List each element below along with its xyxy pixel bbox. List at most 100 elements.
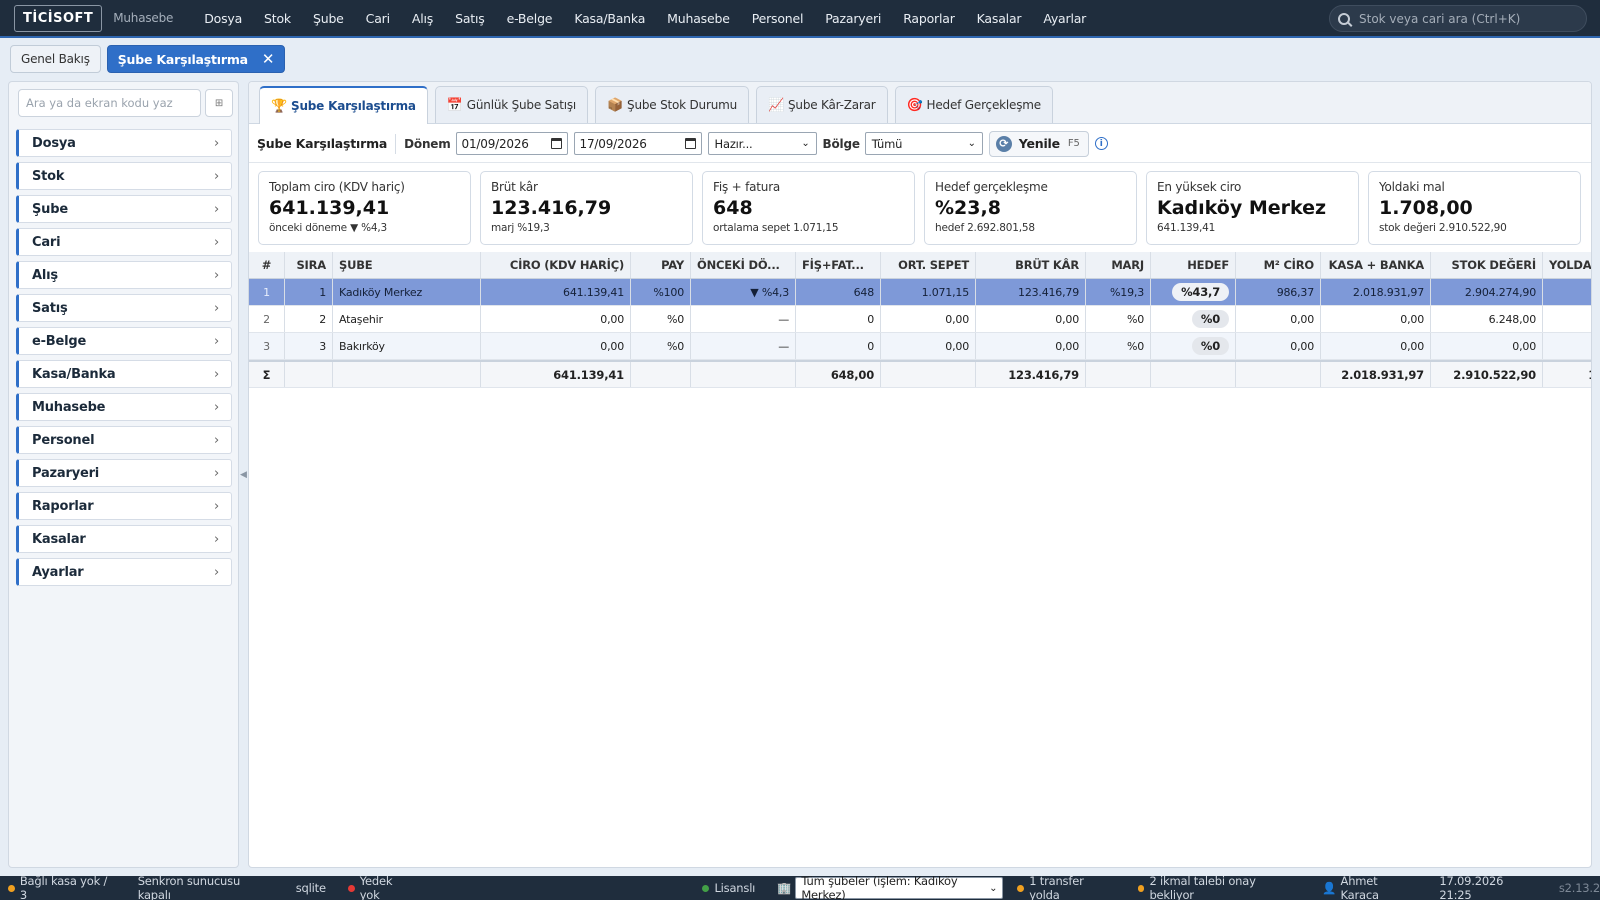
subtab-sube-stok-durumu[interactable]: 📦 Şube Stok Durumu [595,86,749,123]
sum-yolda: 1 [1543,362,1591,387]
col-header[interactable]: HEDEF [1151,252,1236,278]
tab-genel-bakis[interactable]: Genel Bakış [10,45,101,73]
info-icon[interactable]: i [1094,137,1108,150]
menu-stok[interactable]: Stok [264,11,291,26]
col-header[interactable]: ÖNCEKİ DÖ... [691,252,796,278]
top-navbar: TİCİSOFT Muhasebe Dosya Stok Şube Cari A… [0,0,1600,38]
menu-raporlar[interactable]: Raporlar [903,11,955,26]
collapse-sidebar-icon[interactable]: ◀ [240,470,247,480]
menu-dosya[interactable]: Dosya [204,11,242,26]
sidebar-item-muhasebe[interactable]: Muhasebe › [16,393,232,421]
close-icon[interactable]: ✕ [262,50,275,68]
col-header[interactable]: YOLDA [1543,252,1591,278]
menu-ayarlar[interactable]: Ayarlar [1043,11,1086,26]
sidebar-item-ebelge[interactable]: e-Belge › [16,327,232,355]
sidebar-menu: Dosya › Stok › Şube › Cari › Alış › Satış › e-… [16,129,232,591]
status-transfer[interactable]: 1 transfer yolda [1017,874,1115,900]
sidebar-item-label: Kasalar [32,531,86,547]
menu-ebelge[interactable]: e-Belge [507,11,553,26]
sidebar-item-raporlar[interactable]: Raporlar › [16,492,232,520]
cell-ciro: 0,00 [481,306,631,332]
menu-sube[interactable]: Şube [313,11,344,26]
menu-muhasebe[interactable]: Muhasebe [667,11,730,26]
menu-kasa-banka[interactable]: Kasa/Banka [574,11,645,26]
col-header[interactable]: SIRA [285,252,333,278]
menu-satis[interactable]: Satış [455,11,485,26]
period-label: Dönem [404,136,451,151]
col-header[interactable]: ŞUBE [333,252,481,278]
col-header[interactable]: STOK DEĞERİ [1431,252,1543,278]
cell-pay: %100 [631,279,691,305]
col-header[interactable]: PAY [631,252,691,278]
menu-alis[interactable]: Alış [412,11,433,26]
subtab-gunluk-sube-satisi[interactable]: 📅 Günlük Şube Satışı [434,86,589,123]
table-row[interactable]: 1 1 Kadıköy Merkez 641.139,41 %100 ▼ %4,… [249,279,1591,306]
refresh-button[interactable]: ⟳ Yenile F5 [988,130,1089,157]
subtab-sube-karsilastirma[interactable]: 🏆 Şube Karşılaştırma [259,86,428,124]
global-search[interactable] [1329,5,1587,32]
region-select[interactable]: Tümü ⌄ [864,132,983,155]
col-header[interactable]: M² CİRO [1236,252,1321,278]
sidebar-item-personel[interactable]: Personel › [16,426,232,454]
sidebar-item-alis[interactable]: Alış › [16,261,232,289]
sidebar-search-input[interactable] [18,89,201,117]
cell-yolda [1543,279,1591,305]
row-index: 2 [249,306,285,332]
target-icon: 🎯 [906,97,923,113]
col-header[interactable]: KASA + BANKA [1321,252,1431,278]
menu-cari[interactable]: Cari [366,11,390,26]
col-header[interactable]: BRÜT KÂR [976,252,1086,278]
chevron-right-icon: › [214,531,219,547]
col-header[interactable]: FİŞ+FAT... [796,252,881,278]
app-logo[interactable]: TİCİSOFT [14,4,103,32]
sum-fis: 648,00 [796,362,881,387]
tab-label: Şube Karşılaştırma [117,51,248,67]
sidebar-item-kasalar[interactable]: Kasalar › [16,525,232,553]
status-user-text: Ahmet Karaca [1340,874,1380,900]
col-header[interactable]: # [249,252,285,278]
date-from-input[interactable]: 01/09/2026 [455,132,568,155]
calendar-icon[interactable] [550,138,562,149]
sidebar-item-kasa-banka[interactable]: Kasa/Banka › [16,360,232,388]
cell-kasa-banka: 0,00 [1321,306,1431,332]
sidebar-item-satis[interactable]: Satış › [16,294,232,322]
subtab-sube-kar-zarar[interactable]: 📈 Şube Kâr-Zarar [756,86,888,123]
kpi-title: Hedef gerçekleşme [935,180,1048,194]
calendar-icon[interactable] [684,138,696,149]
table-row[interactable]: 2 2 Ataşehir 0,00 %0 — 0 0,00 0,00 %0 %0… [249,306,1591,333]
kpi-title: Yoldaki mal [1379,180,1445,194]
table-row[interactable]: 3 3 Bakırköy 0,00 %0 — 0 0,00 0,00 %0 %0… [249,333,1591,360]
sum-cell [333,362,481,387]
sidebar-item-dosya[interactable]: Dosya › [16,129,232,157]
sidebar-item-pazaryeri[interactable]: Pazaryeri › [16,459,232,487]
menu-kasalar[interactable]: Kasalar [977,11,1022,26]
sidebar-item-ayarlar[interactable]: Ayarlar › [16,558,232,586]
kpi-card-target: Hedef gerçekleşme %23,8 hedef 2.692.801,58 [924,171,1137,245]
preset-select[interactable]: Hazır... ⌄ [707,132,817,155]
branch-select[interactable]: Tüm şubeler (işlem: Kadıköy Merkez) ⌄ [795,874,1004,900]
divider [395,133,397,154]
cell-m2-ciro: 0,00 [1236,333,1321,359]
col-header[interactable]: MARJ [1086,252,1151,278]
sidebar-item-cari[interactable]: Cari › [16,228,232,256]
status-sync: Senkron sunucusu kapalı [137,874,241,900]
sidebar-item-sube[interactable]: Şube › [16,195,232,223]
col-header[interactable]: CİRO (KDV HARİÇ) [481,252,631,278]
subtab-hedef-gerceklesme[interactable]: 🎯 Hedef Gerçekleşme [894,86,1053,123]
cell-pay: %0 [631,306,691,332]
col-header[interactable]: ORT. SEPET [881,252,976,278]
date-to-input[interactable]: 17/09/2026 [573,132,702,155]
status-approval[interactable]: 2 ikmal talebi onay bekliyor [1137,874,1301,900]
menu-pazaryeri[interactable]: Pazaryeri [825,11,881,26]
grid-icon[interactable]: ⊞ [205,89,233,117]
sidebar-item-stok[interactable]: Stok › [16,162,232,190]
tab-sube-karsilastirma[interactable]: Şube Karşılaştırma ✕ [106,45,286,73]
status-kasa-text: Bağlı kasa yok / 3 [19,874,108,900]
status-user[interactable]: 👤 Ahmet Karaca [1322,874,1417,900]
sum-brut-kar: 123.416,79 [976,362,1086,387]
kpi-value: Kadıköy Merkez [1157,197,1327,219]
menu-personel[interactable]: Personel [752,11,804,26]
global-search-input[interactable] [1359,11,1569,26]
chevron-right-icon: › [214,234,219,250]
region-value: Tümü [871,136,903,151]
